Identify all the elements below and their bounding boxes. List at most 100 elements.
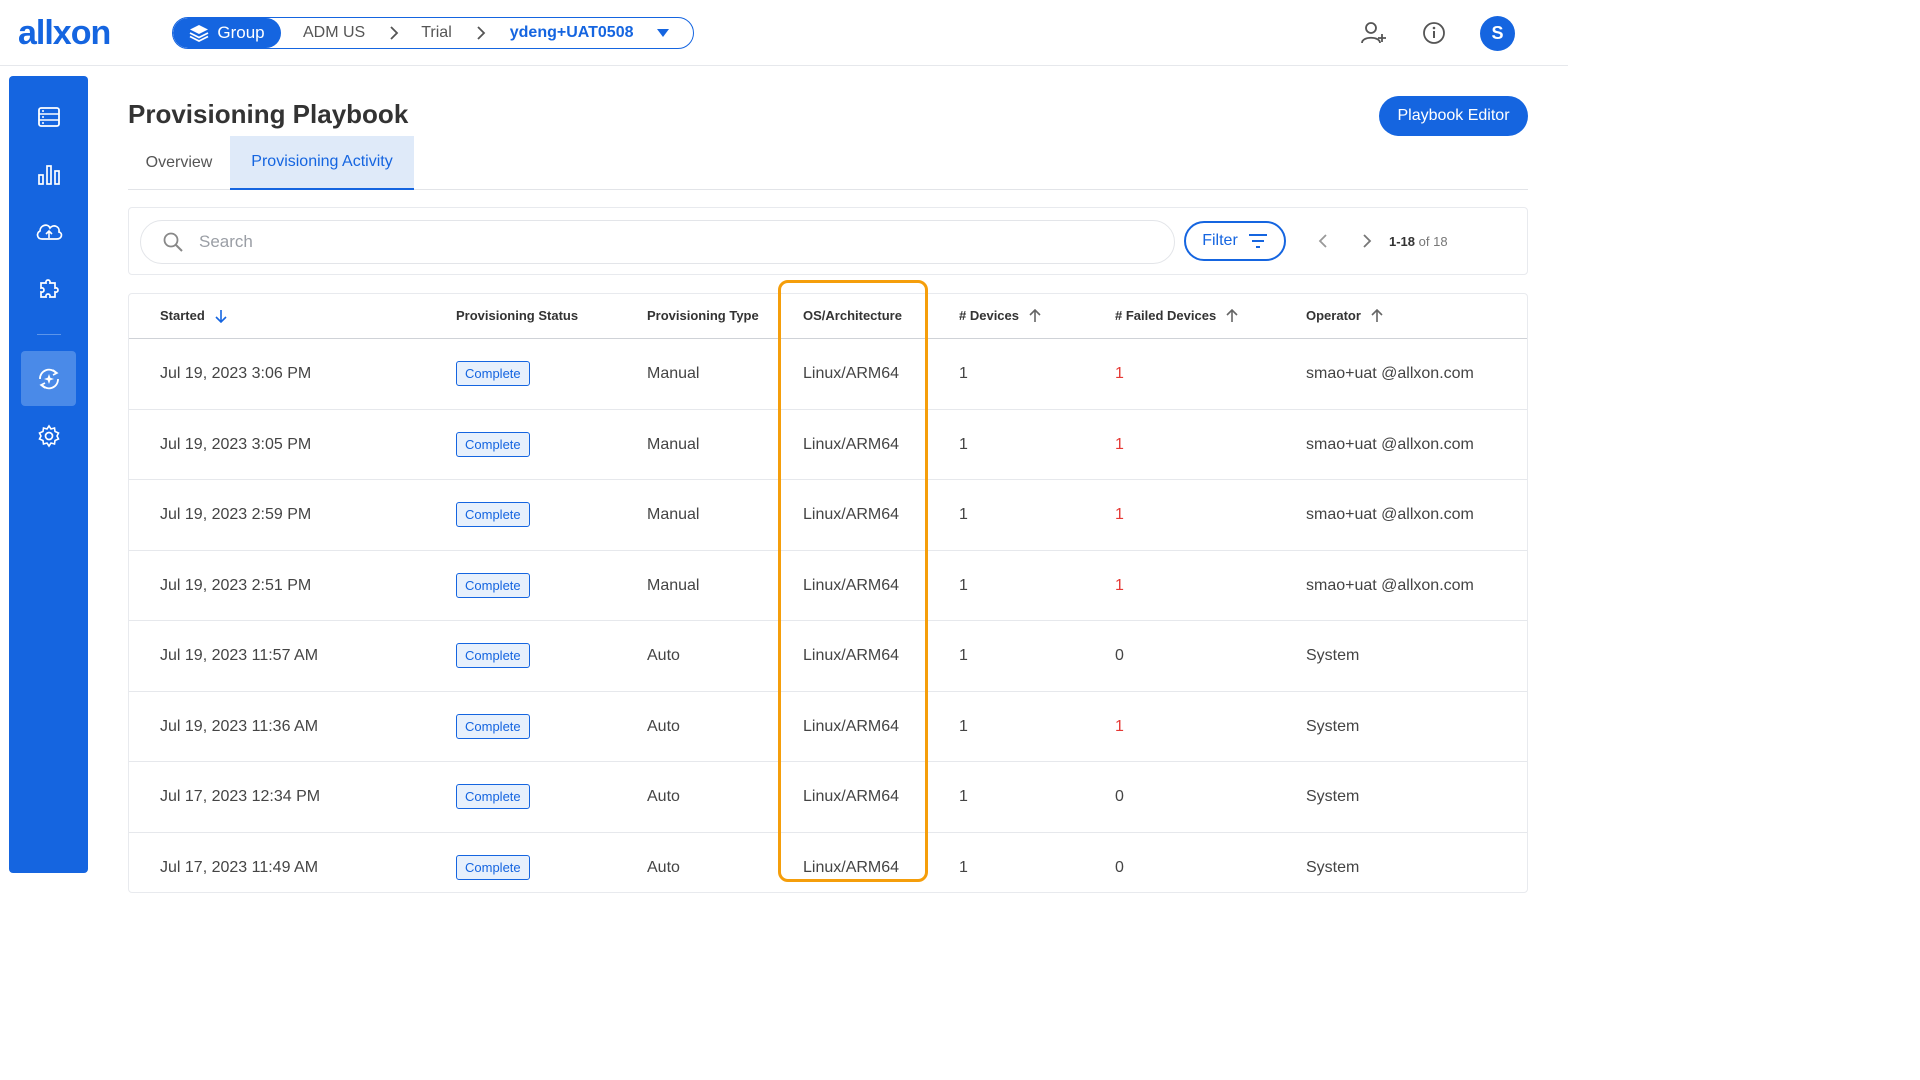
column-header-started[interactable]: Started xyxy=(160,308,227,323)
status-badge: Complete xyxy=(456,431,530,457)
filter-icon xyxy=(1248,234,1267,248)
cell-type: Manual xyxy=(647,506,700,523)
sort-up-icon xyxy=(1371,308,1383,322)
next-page-icon[interactable] xyxy=(1357,230,1377,252)
sort-up-icon xyxy=(1226,308,1238,322)
cell-type: Auto xyxy=(647,788,680,805)
status-badge: Complete xyxy=(456,854,530,880)
table-row[interactable]: Jul 19, 2023 11:57 AM Complete Auto Linu… xyxy=(129,621,1527,692)
cell-operator: System xyxy=(1306,858,1360,876)
group-label: Group xyxy=(217,23,265,42)
table-header: Started Provisioning Status Provisioning… xyxy=(129,294,1527,339)
cell-os: Linux/ARM64 xyxy=(803,858,900,876)
cell-operator: System xyxy=(1306,788,1360,805)
column-header-devices[interactable]: # Devices xyxy=(959,308,1041,323)
cell-operator: smao+uat @allxon.com xyxy=(1306,576,1474,594)
group-chip[interactable]: Group xyxy=(173,18,281,48)
sidebar-item-ota[interactable] xyxy=(21,203,76,258)
breadcrumb-item-adm-us[interactable]: ADM US xyxy=(303,24,365,42)
cell-failed-devices: 0 xyxy=(1115,788,1124,805)
cell-os: Linux/ARM64 xyxy=(803,788,900,805)
column-header-provisioning-type[interactable]: Provisioning Type xyxy=(647,308,759,323)
cell-os: Linux/ARM64 xyxy=(803,717,900,735)
search-box xyxy=(140,220,1175,264)
column-header-operator[interactable]: Operator xyxy=(1306,308,1383,323)
cell-failed-devices[interactable]: 1 xyxy=(1115,506,1124,524)
status-badge: Complete xyxy=(456,784,530,809)
sidebar-item-devices[interactable] xyxy=(21,89,76,144)
table-row[interactable]: Jul 17, 2023 12:34 PM Complete Auto Linu… xyxy=(129,762,1527,833)
cloud-sync-icon xyxy=(36,223,62,240)
table-row[interactable]: Jul 19, 2023 2:59 PM Complete Manual Lin… xyxy=(129,480,1527,551)
table-row[interactable]: Jul 19, 2023 2:51 PM Complete Manual Lin… xyxy=(129,551,1527,621)
cell-devices: 1 xyxy=(959,647,968,664)
table-row[interactable]: Jul 19, 2023 3:06 PM Complete Manual Lin… xyxy=(129,339,1527,410)
cell-operator: System xyxy=(1306,647,1360,664)
info-icon[interactable] xyxy=(1419,18,1449,48)
activity-table: Started Provisioning Status Provisioning… xyxy=(128,293,1528,893)
cell-operator: smao+uat @allxon.com xyxy=(1306,365,1474,382)
cell-type: Manual xyxy=(647,576,700,594)
cell-os: Linux/ARM64 xyxy=(803,435,900,453)
tab-overview[interactable]: Overview xyxy=(128,136,230,190)
column-header-provisioning-status[interactable]: Provisioning Status xyxy=(456,308,578,323)
cell-type: Auto xyxy=(647,858,680,876)
cell-failed-devices[interactable]: 1 xyxy=(1115,718,1124,736)
breadcrumb-item-trial[interactable]: Trial xyxy=(421,24,452,42)
column-header-failed-devices[interactable]: # Failed Devices xyxy=(1115,308,1238,323)
cell-failed-devices: 0 xyxy=(1115,647,1124,664)
table-row[interactable]: Jul 19, 2023 3:05 PM Complete Manual Lin… xyxy=(129,410,1527,480)
table-row[interactable]: Jul 17, 2023 11:49 AM Complete Auto Linu… xyxy=(129,833,1527,893)
filter-label: Filter xyxy=(1202,232,1238,249)
sidebar-item-analytics[interactable] xyxy=(21,146,76,201)
cell-type: Auto xyxy=(647,717,680,735)
cell-started: Jul 19, 2023 3:05 PM xyxy=(160,435,312,453)
top-bar: allxon Group ADM US Trial ydeng+UAT0508 … xyxy=(0,0,1568,66)
playbook-editor-button[interactable]: Playbook Editor xyxy=(1379,96,1528,136)
cell-started: Jul 19, 2023 2:59 PM xyxy=(160,506,312,523)
chevron-right-icon xyxy=(476,26,486,40)
server-icon xyxy=(37,106,60,127)
cell-os: Linux/ARM64 xyxy=(803,647,900,664)
cell-failed-devices[interactable]: 1 xyxy=(1115,436,1124,454)
user-avatar[interactable]: S xyxy=(1480,16,1515,51)
cell-failed-devices[interactable]: 1 xyxy=(1115,577,1124,595)
status-badge: Complete xyxy=(456,572,530,598)
pager-summary: 1-18 of 18 xyxy=(1389,234,1448,249)
pager-range: 1-18 xyxy=(1389,234,1416,249)
cell-devices: 1 xyxy=(959,717,968,735)
sidebar-item-plugins[interactable] xyxy=(21,260,76,315)
sort-up-icon xyxy=(1029,308,1041,322)
filter-button[interactable]: Filter xyxy=(1184,221,1286,261)
cell-type: Auto xyxy=(647,647,680,664)
allxon-logo[interactable]: allxon xyxy=(18,14,111,53)
cell-failed-devices: 0 xyxy=(1115,858,1124,876)
cell-devices: 1 xyxy=(959,435,968,453)
cell-started: Jul 19, 2023 11:57 AM xyxy=(160,647,319,664)
sidebar-item-settings[interactable] xyxy=(21,408,76,463)
search-icon xyxy=(163,232,183,252)
status-badge: Complete xyxy=(456,361,530,386)
search-input[interactable] xyxy=(199,232,1099,252)
cell-devices: 1 xyxy=(959,858,968,876)
column-header-os-architecture[interactable]: OS/Architecture xyxy=(803,308,902,323)
tab-provisioning-activity[interactable]: Provisioning Activity xyxy=(230,136,414,190)
cell-failed-devices[interactable]: 1 xyxy=(1115,365,1124,383)
column-label: # Devices xyxy=(959,308,1019,323)
tab-bar: Overview Provisioning Activity xyxy=(128,136,1528,190)
bar-chart-icon xyxy=(37,164,60,185)
sidebar-item-provisioning[interactable] xyxy=(21,351,76,406)
cell-operator: System xyxy=(1306,717,1360,735)
layers-icon xyxy=(189,25,209,42)
status-badge: Complete xyxy=(456,713,530,739)
provisioning-icon xyxy=(38,368,59,389)
table-row[interactable]: Jul 19, 2023 11:36 AM Complete Auto Linu… xyxy=(129,692,1527,762)
prev-page-icon[interactable] xyxy=(1313,230,1333,252)
column-label: Started xyxy=(160,308,205,323)
add-user-icon[interactable] xyxy=(1359,18,1389,48)
caret-down-icon[interactable] xyxy=(656,28,670,38)
cell-operator: smao+uat @allxon.com xyxy=(1306,506,1474,523)
page-title: Provisioning Playbook xyxy=(128,99,409,129)
breadcrumb-current[interactable]: ydeng+UAT0508 xyxy=(510,24,634,42)
column-label: Provisioning Status xyxy=(456,308,579,323)
